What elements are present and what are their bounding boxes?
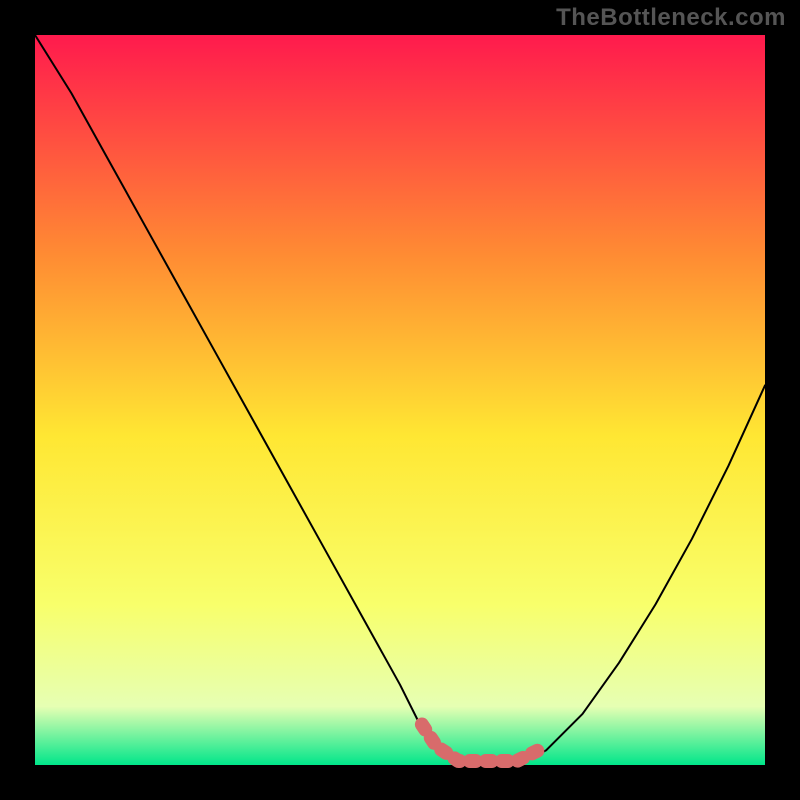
- plot-background: [35, 35, 765, 765]
- bottleneck-chart: [0, 0, 800, 800]
- chart-frame: TheBottleneck.com: [0, 0, 800, 800]
- watermark-text: TheBottleneck.com: [556, 4, 786, 32]
